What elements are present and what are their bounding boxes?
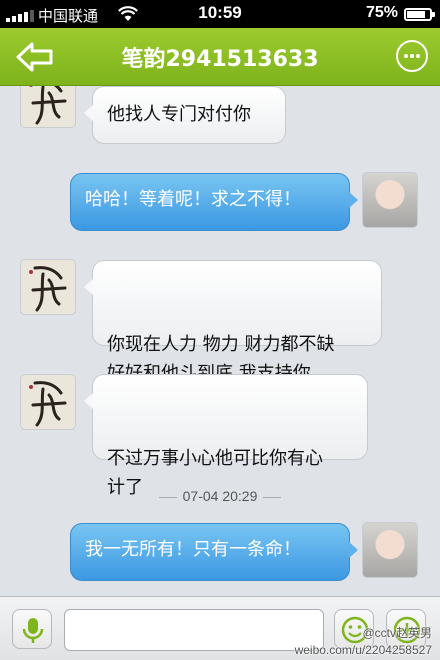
nav-bar: 笔韵2941513633	[0, 28, 440, 86]
message-bubble[interactable]: 我一无所有！只有一条命！	[70, 523, 358, 581]
status-bar: 中国联通 10:59 75%	[0, 0, 440, 28]
back-arrow-icon[interactable]	[14, 40, 56, 74]
my-avatar[interactable]	[362, 522, 418, 578]
contact-avatar[interactable]	[20, 259, 76, 315]
message-timestamp: 07-04 20:29	[0, 488, 440, 504]
chat-title: 笔韵2941513633	[121, 47, 319, 72]
more-dots-icon[interactable]	[396, 40, 428, 72]
contact-avatar[interactable]	[20, 86, 76, 128]
message-text: 我一无所有！只有一条命！	[85, 539, 301, 560]
message-input[interactable]	[64, 609, 324, 651]
watermark-handle: @cctv赵英男	[362, 626, 432, 640]
message-text: 哈哈！等着呢！求之不得！	[85, 189, 301, 210]
microphone-icon[interactable]	[12, 609, 52, 649]
watermark-url: weibo.com/u/2204258527	[294, 643, 432, 657]
message-bubble[interactable]: 哈哈！等着呢！求之不得！	[70, 173, 358, 231]
message-bubble[interactable]: 他找人专门对付你	[84, 86, 286, 144]
my-avatar[interactable]	[362, 172, 418, 228]
battery-percentage: 75%	[365, 4, 398, 21]
battery-icon	[404, 8, 435, 21]
contact-avatar[interactable]	[20, 374, 76, 430]
message-text: 他找人专门对付你	[107, 104, 251, 125]
timestamp-text: 07-04 20:29	[182, 488, 258, 504]
message-bubble[interactable]: 你现在人力 物力 财力都不缺 好好和他斗到底 我支持你	[84, 260, 382, 384]
chat-area[interactable]: 他找人专门对付你 哈哈！等着呢！求之不得！ 你现在人力 物力 财力都不缺 好好和…	[0, 86, 440, 596]
message-bubble[interactable]: 不过万事小心他可比你有心 计了	[84, 374, 368, 498]
